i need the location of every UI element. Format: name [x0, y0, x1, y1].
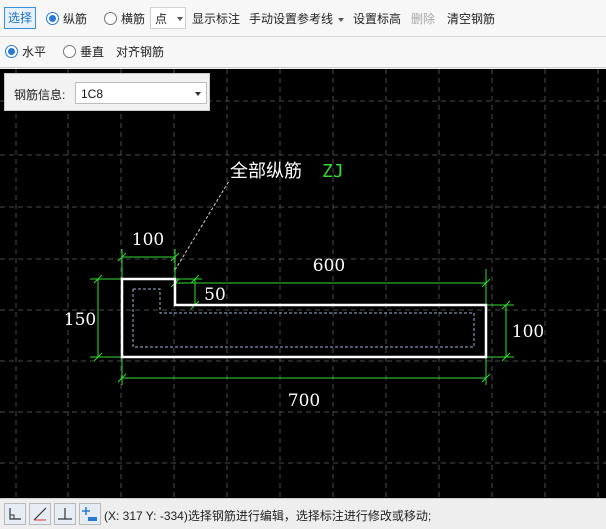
snap-line-icon — [33, 507, 47, 521]
vertical-label[interactable]: 垂直 — [80, 43, 104, 61]
dimension-lines — [90, 249, 514, 385]
transverse-label[interactable]: 横筋 — [121, 10, 145, 28]
rebar-info-panel: 钢筋信息: 1C8 — [4, 73, 210, 111]
callout-code[interactable]: ZJ — [322, 161, 344, 182]
show-dimension-button[interactable]: 显示标注 — [192, 10, 240, 28]
dim-top-right-text[interactable]: 600 — [313, 256, 345, 276]
snap-line-button[interactable] — [29, 503, 51, 525]
section-outline[interactable] — [120, 277, 488, 359]
callout-leader-line — [174, 180, 230, 271]
rebar-inner-dashed — [132, 288, 475, 348]
dim-notch-text[interactable]: 50 — [204, 285, 226, 305]
longitudinal-radio[interactable] — [46, 12, 59, 25]
snap-perpendicular-icon — [58, 508, 72, 520]
orientation-toolbar: 水平 垂直 对齐钢筋 — [0, 37, 606, 68]
dim-right-text[interactable]: 100 — [512, 322, 544, 342]
longitudinal-label[interactable]: 纵筋 — [63, 10, 87, 28]
point-combo-value: 点 — [155, 12, 168, 26]
vertical-radio[interactable] — [63, 45, 76, 58]
add-dimension-icon — [82, 507, 97, 521]
callout-text[interactable]: 全部纵筋 — [230, 161, 302, 182]
drawing-canvas[interactable]: 100 600 50 150 100 700 全部纵筋 ZJ 钢筋信息: 1C8 — [0, 69, 606, 498]
snap-perpendicular-button[interactable] — [54, 503, 76, 525]
chevron-down-icon — [195, 92, 201, 96]
manual-ref-line-button[interactable]: 手动设置参考线 — [249, 10, 345, 28]
align-rebar-button[interactable]: 对齐钢筋 — [116, 43, 164, 61]
point-combo[interactable]: 点 — [150, 7, 186, 29]
dim-bottom-text[interactable]: 700 — [288, 391, 320, 411]
manual-ref-line-label: 手动设置参考线 — [249, 12, 334, 26]
clear-rebar-button[interactable]: 清空钢筋 — [447, 10, 495, 28]
transverse-radio[interactable] — [104, 12, 117, 25]
snap-corner-icon — [9, 508, 21, 520]
select-button[interactable]: 选择 — [4, 7, 36, 29]
horizontal-radio[interactable] — [5, 45, 18, 58]
set-elevation-button[interactable]: 设置标高 — [353, 10, 401, 28]
status-bar: (X: 317 Y: -334)选择钢筋进行编辑，选择标注进行修改或移动; — [0, 498, 606, 529]
rebar-info-select[interactable]: 1C8 — [75, 82, 207, 104]
dim-left-text[interactable]: 150 — [64, 310, 96, 330]
status-text: (X: 317 Y: -334)选择钢筋进行编辑，选择标注进行修改或移动; — [104, 509, 432, 523]
main-toolbar: 选择 纵筋 横筋 点 显示标注 手动设置参考线 设置标高 删除 清空钢筋 — [0, 0, 606, 37]
rebar-info-value: 1C8 — [81, 87, 104, 101]
delete-button[interactable]: 删除 — [411, 10, 435, 28]
snap-corner-button[interactable] — [4, 503, 26, 525]
add-dimension-button[interactable] — [79, 503, 101, 525]
horizontal-label[interactable]: 水平 — [22, 43, 46, 61]
chevron-down-icon — [338, 17, 345, 22]
drawing-svg: 100 600 50 150 100 700 全部纵筋 ZJ — [0, 69, 606, 498]
dim-top-left-text[interactable]: 100 — [132, 230, 164, 250]
rebar-info-label: 钢筋信息: — [14, 88, 66, 102]
chevron-down-icon — [177, 17, 183, 21]
